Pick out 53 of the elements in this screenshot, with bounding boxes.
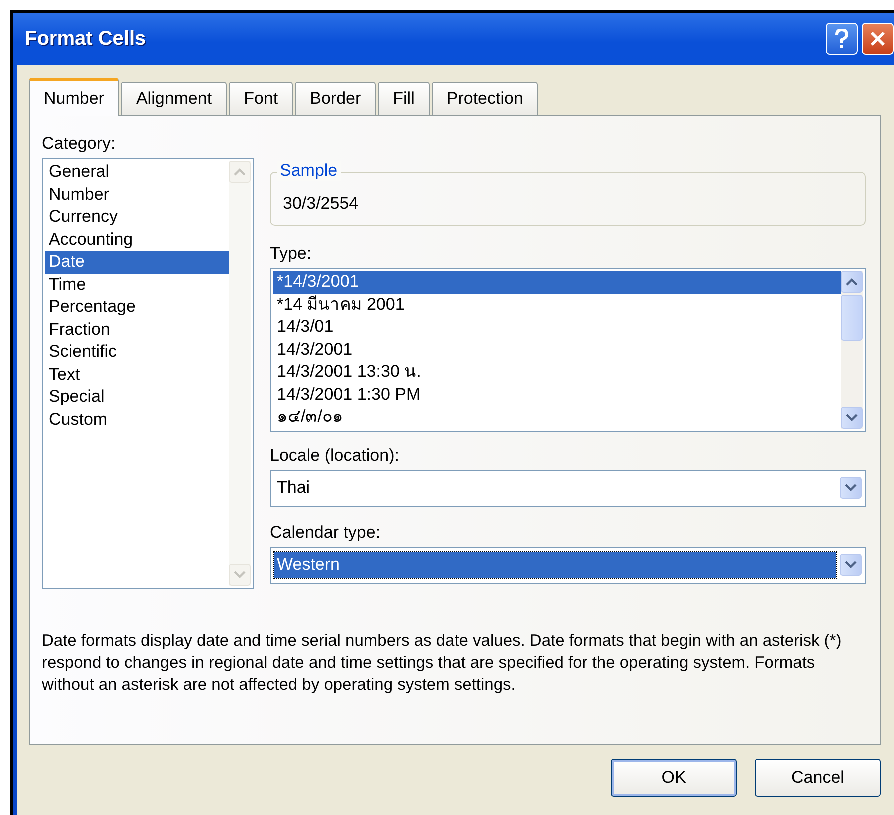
list-item[interactable]: *14 มีนาคม 2001	[273, 294, 841, 316]
list-item[interactable]: 14/3/2001 1:30 PM	[273, 384, 841, 406]
list-item[interactable]: Date	[45, 251, 229, 274]
list-item[interactable]: Scientific	[45, 341, 229, 364]
description-text: Date formats display date and time serial numbers as date values. Date formats that begin with an asterisk (*) respond to changes in regional date and time settings that are specified for the operating system. Formats without an asterisk are not affected by operating system settings.	[42, 630, 843, 696]
category-list[interactable]: General Number Currency Accounting Date Time Percentage Fraction Scientific Text Special Custom	[42, 158, 254, 589]
list-item[interactable]: Currency	[45, 206, 229, 228]
close-button[interactable]	[862, 23, 894, 55]
list-item[interactable]: Number	[45, 184, 229, 206]
chevron-down-icon	[845, 484, 857, 492]
window-title: Format Cells	[25, 28, 146, 50]
list-item[interactable]: General	[45, 161, 229, 184]
help-button[interactable]	[826, 23, 858, 55]
ok-button[interactable]: OK	[611, 759, 737, 797]
type-list[interactable]: *14/3/2001 *14 มีนาคม 2001 14/3/01 14/3/2001 14/3/2001 13:30 น. 14/3/2001 1:30 PM ๑๔/๓/๐๑	[270, 268, 866, 432]
list-item[interactable]: *14/3/2001	[273, 271, 841, 294]
calendar-dropdown[interactable]: Western	[270, 546, 866, 584]
locale-dropdown[interactable]: Thai	[270, 470, 866, 506]
group-label: Sample	[277, 161, 341, 181]
field-label: Type:	[270, 244, 313, 264]
chevron-down-icon	[234, 571, 246, 579]
list-item[interactable]: Text	[45, 364, 229, 386]
cancel-button[interactable]: Cancel	[755, 759, 881, 797]
chevron-up-icon	[846, 278, 858, 286]
list-item[interactable]: Time	[45, 274, 229, 296]
chevron-down-icon	[846, 414, 858, 422]
list-item[interactable]: 14/3/2001	[273, 338, 841, 361]
close-icon	[870, 31, 886, 47]
question-mark-icon	[835, 29, 849, 49]
sample-value: 30/3/2554	[283, 194, 359, 214]
list-item[interactable]: Percentage	[45, 296, 229, 318]
field-label: Locale (location):	[270, 446, 400, 466]
chevron-down-icon	[845, 561, 857, 569]
list-item[interactable]: Special	[45, 386, 229, 408]
tab[interactable]: Font	[229, 82, 294, 115]
dropdown-button[interactable]	[840, 477, 862, 499]
tab[interactable]: Number	[29, 78, 120, 116]
tab[interactable]: Border	[295, 82, 376, 115]
tab[interactable]: Alignment	[121, 82, 228, 115]
tab[interactable]: Fill	[378, 82, 430, 115]
list-item[interactable]: ๑๔/๓/๐๑	[273, 406, 841, 428]
list-item[interactable]: 14/3/2001 13:30 น.	[273, 361, 841, 384]
list-item[interactable]: Fraction	[45, 318, 229, 341]
field-label: Calendar type:	[270, 522, 382, 542]
field-label: Category:	[42, 134, 117, 154]
scrollbar[interactable]	[841, 271, 863, 428]
list-item[interactable]: 14/3/01	[273, 316, 841, 338]
list-item[interactable]: Accounting	[45, 228, 229, 251]
list-item[interactable]: Custom	[45, 408, 229, 431]
chevron-up-icon	[234, 168, 246, 176]
dropdown-button[interactable]	[840, 554, 862, 576]
tab[interactable]: Protection	[432, 82, 538, 115]
scrollbar[interactable]	[229, 161, 251, 586]
